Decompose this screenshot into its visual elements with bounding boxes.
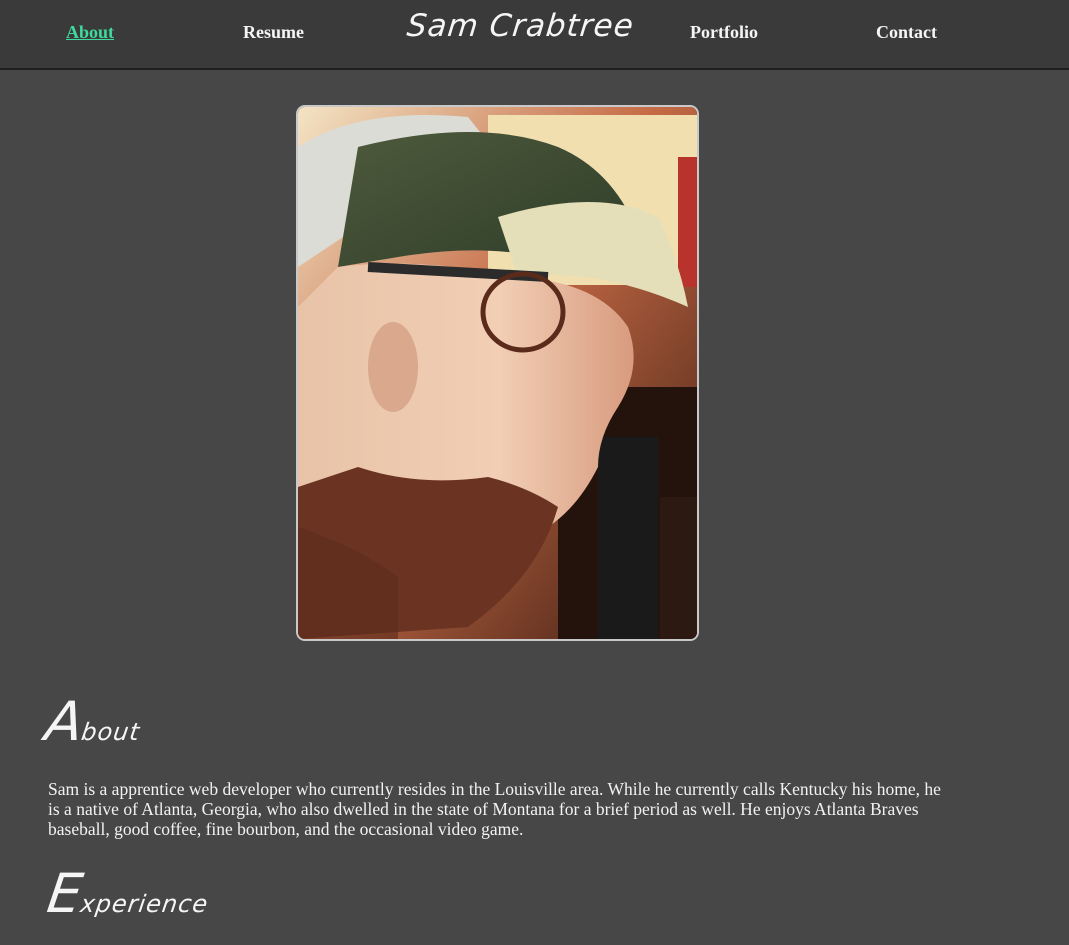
experience-section-heading: Experience bbox=[44, 862, 215, 925]
about-section-heading: About bbox=[42, 690, 146, 753]
top-navbar: About Resume Sam Crabtree Portfolio Cont… bbox=[0, 0, 1069, 70]
site-brand-title[interactable]: Sam Crabtree bbox=[405, 8, 636, 44]
profile-photo bbox=[296, 105, 699, 641]
about-paragraph: Sam is a apprentice web developer who cu… bbox=[48, 779, 941, 839]
nav-link-resume[interactable]: Resume bbox=[243, 22, 304, 43]
about-heading-rest: bout bbox=[79, 718, 142, 746]
portrait-photo-illustration bbox=[298, 107, 697, 639]
nav-link-about[interactable]: About bbox=[66, 22, 114, 43]
nav-link-contact[interactable]: Contact bbox=[876, 22, 937, 43]
nav-link-portfolio[interactable]: Portfolio bbox=[690, 22, 758, 43]
experience-heading-rest: xperience bbox=[78, 890, 211, 918]
